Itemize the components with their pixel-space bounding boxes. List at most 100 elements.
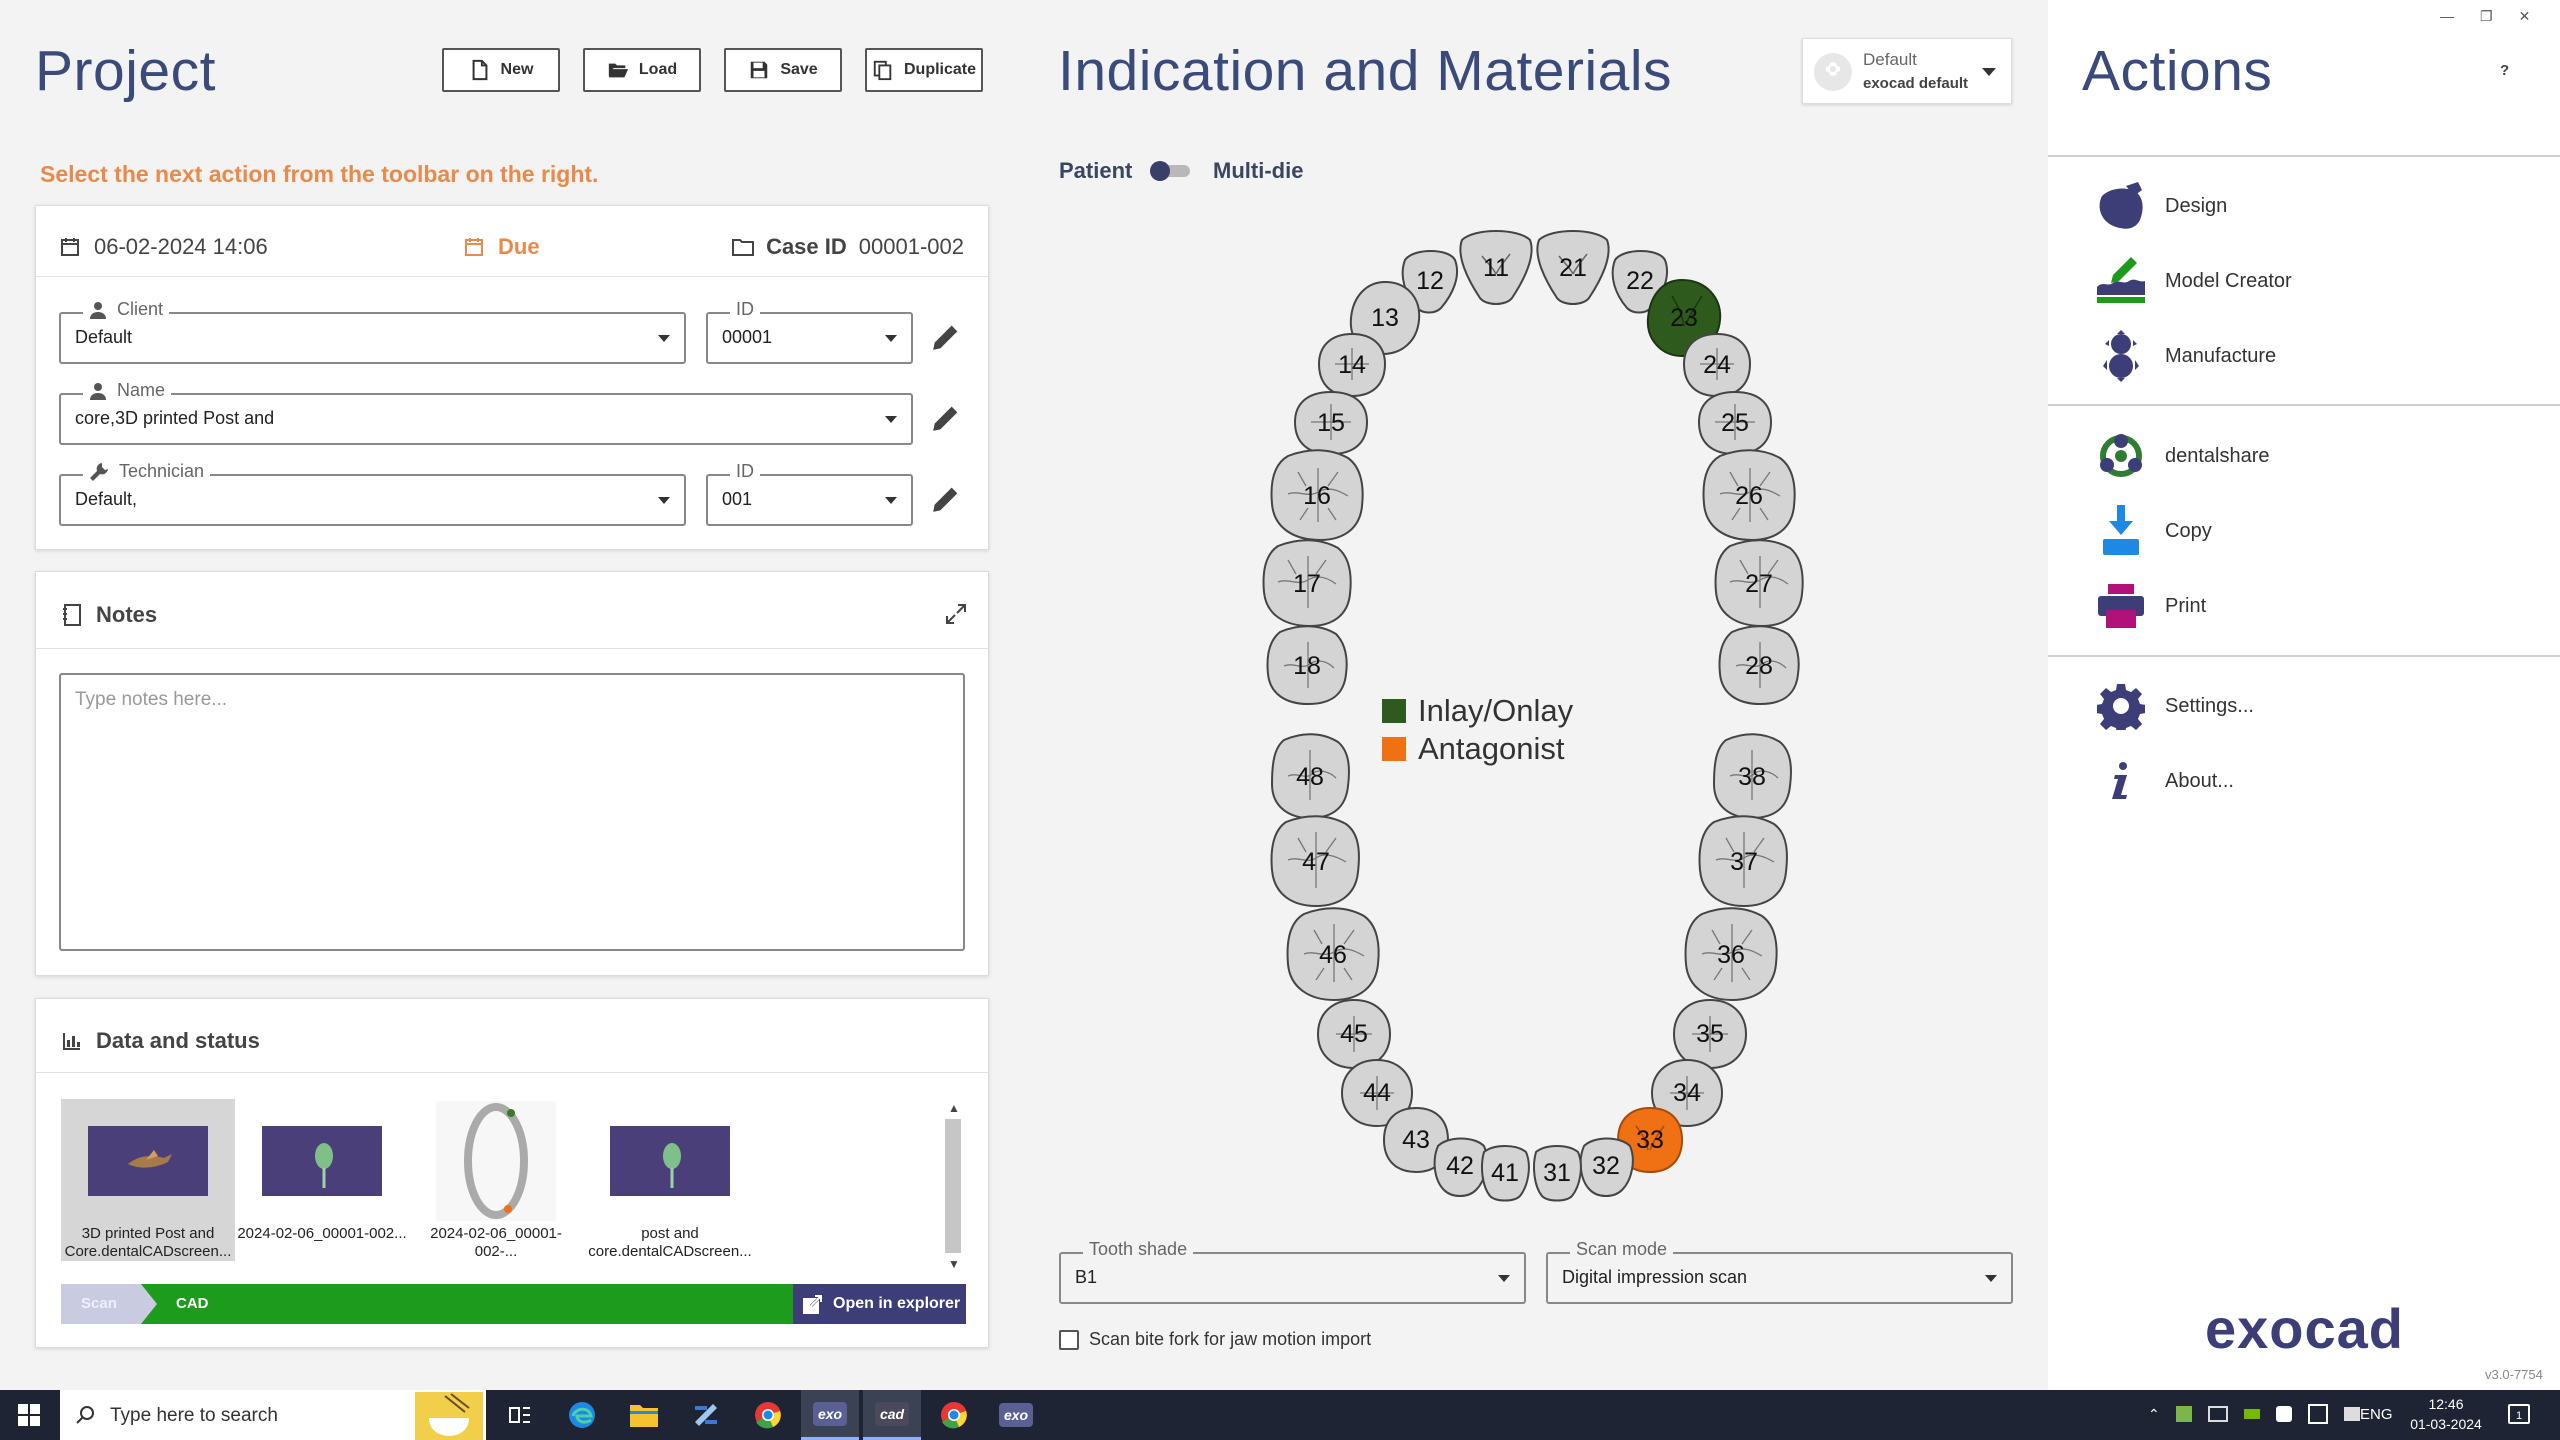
client-dropdown[interactable]: Client Default xyxy=(59,299,686,364)
edit-name-pencil-icon[interactable] xyxy=(929,401,963,435)
file-tile[interactable]: 3D printed Post and Core.dentalCADscreen… xyxy=(61,1099,235,1261)
notification-count: 1 xyxy=(2515,1410,2523,1422)
exocad-taskbar-icon[interactable]: exo xyxy=(801,1390,859,1440)
technician-dropdown[interactable]: Technician Default, xyxy=(59,461,686,526)
chevron-down-icon xyxy=(1985,1275,1997,1282)
tooth-46[interactable]: 46 xyxy=(1284,906,1382,1004)
file-tile[interactable]: 2024-02-06_00001-002... xyxy=(235,1099,409,1261)
tooth-16[interactable]: 16 xyxy=(1268,448,1366,544)
tooth-48[interactable]: 48 xyxy=(1268,732,1352,822)
tooth-18[interactable]: 18 xyxy=(1264,624,1350,708)
tooth-27[interactable]: 27 xyxy=(1712,538,1806,630)
save-button[interactable]: Save xyxy=(724,48,842,92)
tray-display-icon[interactable] xyxy=(2207,1406,2228,1422)
edit-technician-pencil-icon[interactable] xyxy=(929,482,963,516)
tooth-36[interactable]: 36 xyxy=(1682,906,1780,1004)
load-button[interactable]: Load xyxy=(583,48,701,92)
file-tile[interactable]: 2024-02-06_00001-002-... xyxy=(409,1099,583,1261)
tooth-37[interactable]: 37 xyxy=(1696,814,1792,910)
file-tile[interactable]: post and core.dentalCADscreen... xyxy=(583,1099,757,1261)
tray-app-icon[interactable] xyxy=(2175,1406,2192,1422)
scroll-up-icon[interactable]: ▲ xyxy=(948,1101,960,1115)
network-icon[interactable] xyxy=(2307,1404,2328,1424)
technician-id-dropdown[interactable]: ID 001 xyxy=(706,461,913,526)
name-dropdown[interactable]: Name core,3D printed Post and xyxy=(59,380,913,445)
open-explorer-button[interactable]: Open in explorer xyxy=(793,1284,966,1324)
close-icon[interactable]: ✕ xyxy=(2519,8,2531,25)
model-creator-icon xyxy=(2097,257,2145,303)
tooth-11[interactable]: 11 xyxy=(1454,226,1538,310)
minimize-icon[interactable]: — xyxy=(2440,8,2454,25)
tooth-21[interactable]: 21 xyxy=(1531,226,1615,310)
dentalshare-action[interactable]: dentalshare xyxy=(2093,428,2270,484)
chrome-icon[interactable] xyxy=(925,1390,983,1440)
notes-textarea[interactable]: Type notes here... xyxy=(59,673,965,951)
design-action[interactable]: Design xyxy=(2093,178,2227,234)
info-icon xyxy=(2112,762,2127,799)
tooth-number: 27 xyxy=(1745,569,1773,598)
restore-icon[interactable]: ❐ xyxy=(2480,8,2493,25)
scan-mode-dropdown[interactable]: Scan mode Digital impression scan xyxy=(1546,1239,2013,1304)
copy-action[interactable]: Copy xyxy=(2093,503,2212,559)
new-button[interactable]: New xyxy=(442,48,560,92)
technician-id-value: 001 xyxy=(722,489,753,509)
client-id-dropdown[interactable]: ID 00001 xyxy=(706,299,913,364)
help-button[interactable]: ? xyxy=(2500,62,2509,79)
about-action[interactable]: About... xyxy=(2093,753,2234,809)
chevron-up-icon[interactable]: ⌃ xyxy=(2148,1406,2160,1423)
security-icon[interactable] xyxy=(2275,1406,2292,1422)
legend: Inlay/Onlay Antagonist xyxy=(1382,692,1573,768)
app-icon[interactable] xyxy=(677,1390,735,1440)
print-action[interactable]: Print xyxy=(2093,578,2206,634)
tooth-number: 26 xyxy=(1735,481,1763,510)
task-view-icon[interactable] xyxy=(491,1390,549,1440)
print-label: Print xyxy=(2165,594,2207,617)
due-date[interactable]: Due xyxy=(464,234,540,260)
patient-multidie-toggle[interactable] xyxy=(1150,161,1192,181)
edge-browser-icon[interactable] xyxy=(553,1390,611,1440)
material-profile-dropdown[interactable]: Default exocad default xyxy=(1802,38,2012,104)
profile-line1: Default xyxy=(1863,50,1917,69)
exocad-taskbar-icon[interactable]: exo xyxy=(987,1390,1045,1440)
nvidia-icon[interactable] xyxy=(2243,1409,2260,1419)
tooth-17[interactable]: 17 xyxy=(1260,538,1354,630)
floppy-disk-icon xyxy=(751,61,768,79)
chevron-down-icon xyxy=(1982,68,1996,76)
tooth-26[interactable]: 26 xyxy=(1700,448,1798,544)
cad-step[interactable]: CAD xyxy=(176,1295,209,1312)
file-name-line2: Core.dentalCADscreen... xyxy=(64,1243,232,1260)
file-scrollbar[interactable]: ▲ ▼ xyxy=(944,1099,962,1273)
duplicate-button[interactable]: Duplicate xyxy=(865,48,983,92)
settings-action[interactable]: Settings... xyxy=(2093,678,2254,734)
tooth-31[interactable]: 31 xyxy=(1528,1142,1586,1204)
expand-icon[interactable] xyxy=(944,602,968,626)
tooth-38[interactable]: 38 xyxy=(1710,732,1794,822)
about-label: About... xyxy=(2165,769,2234,792)
file-explorer-icon[interactable] xyxy=(615,1390,673,1440)
tooth-number: 16 xyxy=(1303,481,1331,510)
file-thumbnail xyxy=(610,1126,730,1196)
bite-fork-checkbox[interactable] xyxy=(1059,1329,1079,1350)
file-thumbnail xyxy=(88,1126,208,1196)
edit-client-pencil-icon[interactable] xyxy=(929,320,963,354)
volume-icon[interactable] xyxy=(2343,1407,2360,1421)
manufacture-action[interactable]: Manufacture xyxy=(2093,328,2276,384)
clock[interactable]: 12:46 01-03-2024 xyxy=(2403,1394,2489,1434)
model-creator-action[interactable]: Model Creator xyxy=(2093,253,2292,309)
taskbar-search[interactable]: Type here to search xyxy=(60,1390,486,1440)
tooth-47[interactable]: 47 xyxy=(1268,814,1364,910)
scroll-thumb[interactable] xyxy=(945,1119,961,1253)
tooth-shade-dropdown[interactable]: Tooth shade B1 xyxy=(1059,1239,1526,1304)
notification-center-icon[interactable]: 1 xyxy=(2508,1404,2530,1424)
technician-value: Default, xyxy=(75,489,138,509)
bar-chart-icon xyxy=(63,1033,80,1050)
tooth-28[interactable]: 28 xyxy=(1716,624,1802,708)
dentalcad-taskbar-icon[interactable]: cad xyxy=(863,1390,921,1440)
scan-step[interactable]: Scan xyxy=(81,1295,117,1312)
scroll-down-icon[interactable]: ▼ xyxy=(948,1257,960,1271)
bite-fork-option[interactable]: Scan bite fork for jaw motion import xyxy=(1059,1329,1371,1350)
language-indicator[interactable]: ENG xyxy=(2360,1406,2393,1423)
tooth-41[interactable]: 41 xyxy=(1476,1142,1534,1204)
chrome-icon[interactable] xyxy=(739,1390,797,1440)
start-button[interactable] xyxy=(0,1390,58,1440)
